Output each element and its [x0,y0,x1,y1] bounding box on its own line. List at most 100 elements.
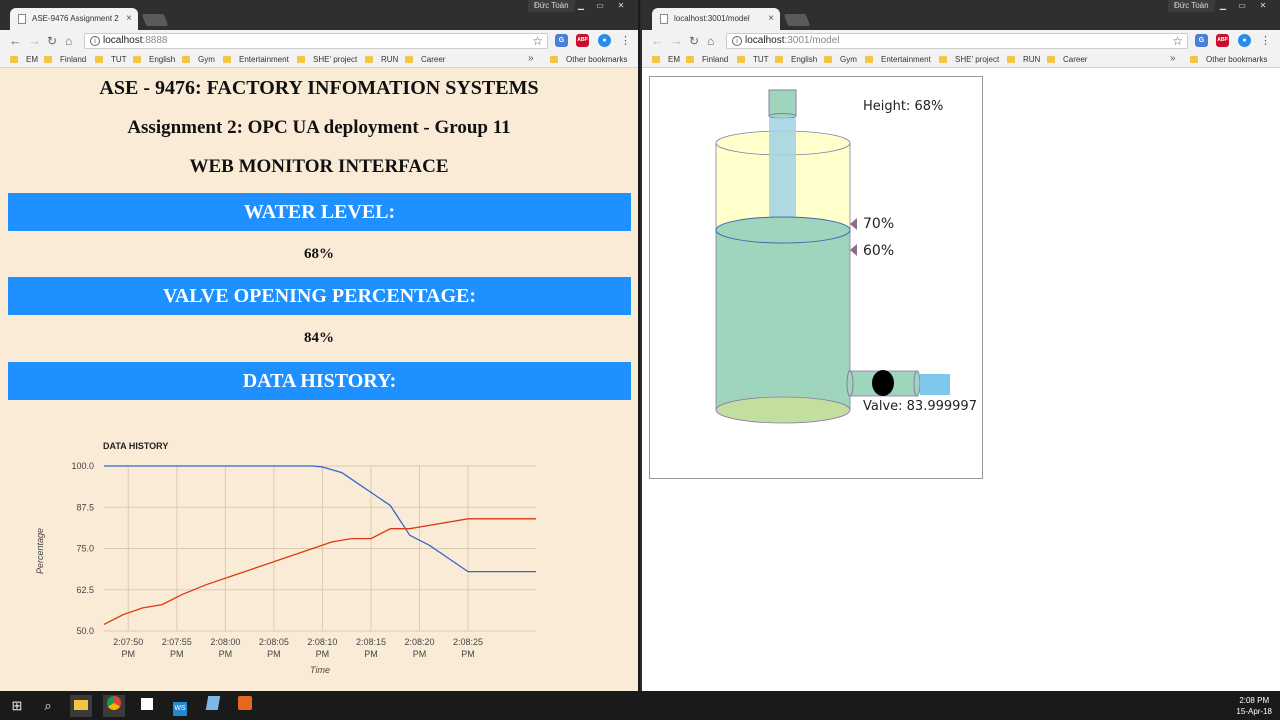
level-70-label: 70% [863,216,894,232]
bookmark-gym[interactable]: Gym [824,55,857,64]
bookmark-run[interactable]: RUN [365,55,398,64]
interface-title: WEB MONITOR INTERFACE [189,156,449,177]
folder-icon [223,56,231,63]
data-history-chart: DATA HISTORY 100.0 87.5 75.0 62.5 50.0 2:07:… [35,441,536,675]
windows-start-icon[interactable]: ⊞ [6,695,28,717]
bookmark-finland[interactable]: Finland [44,55,86,64]
folder-icon [133,56,141,63]
water-surface [715,216,851,244]
minimize-icon[interactable]: ▁ [1214,0,1232,12]
sticky-notes-icon[interactable] [136,695,158,717]
bookmark-gym[interactable]: Gym [182,55,215,64]
close-window-icon[interactable]: ✕ [612,0,630,12]
extension-icon[interactable]: ● [598,34,611,47]
tank-model-drawing: 70% 60% Height: 68% Valve: 83.999997 [715,89,977,424]
new-tab-button[interactable] [783,14,811,26]
reload-icon[interactable]: ↻ [47,34,57,48]
home-icon[interactable]: ⌂ [65,34,72,48]
x-tick-label: 2:08:25 PM [453,637,483,659]
back-icon[interactable]: ← [651,34,664,48]
bookmark-english[interactable]: English [775,55,817,64]
chart-series [103,465,536,625]
close-tab-icon[interactable]: × [768,13,774,24]
left-tab-title: ASE-9476 Assignment 2 [32,14,119,23]
right-browser-window: localhost:3001/model × Đức Toàn ▁ ▭ ✕ ← … [642,0,1280,691]
forward-icon[interactable]: → [28,34,41,48]
search-icon[interactable]: ⌕ [37,695,59,717]
folder-icon [939,56,947,63]
back-icon[interactable]: ← [9,34,22,48]
bookmark-tut[interactable]: TUT [95,55,127,64]
clock-time: 2:08 PM [1239,696,1270,705]
address-bar[interactable]: i localhost:8888 ☆ [84,33,548,49]
bookmark-run[interactable]: RUN [1007,55,1040,64]
folder-icon [405,56,413,63]
user-profile-button[interactable]: Đức Toàn [528,0,575,12]
bookmark-she-project[interactable]: SHE' project [297,55,357,64]
minimize-icon[interactable]: ▁ [572,0,590,12]
new-tab-button[interactable] [141,14,169,26]
bookmark-tut[interactable]: TUT [737,55,769,64]
forward-icon[interactable]: → [670,34,683,48]
left-bookmarks-bar: EM Finland TUT English Gym Entertainment… [0,52,638,68]
chrome-icon[interactable] [103,695,125,717]
left-browser-window: ASE-9476 Assignment 2 × Đức Toàn ▁ ▭ ✕ ←… [0,0,640,691]
y-tick-label: 100.0 [71,461,94,471]
bookmark-she-project[interactable]: SHE' project [939,55,999,64]
windows-taskbar: ⊞ ⌕ WS 2:08 PM 15-Apr-18 [0,691,1280,720]
menu-icon[interactable]: ⋮ [1260,34,1271,48]
menu-icon[interactable]: ⋮ [620,34,631,48]
bookmark-star-icon[interactable]: ☆ [1172,34,1183,48]
url-host: localhost [103,35,143,46]
url-path: :3001/model [784,35,840,46]
close-tab-icon[interactable]: × [126,13,132,24]
maximize-icon[interactable]: ▭ [1233,0,1251,12]
bookmark-em[interactable]: EM [10,55,38,64]
adblock-extension-icon[interactable]: ABP [1216,34,1229,47]
address-bar[interactable]: i localhost:3001/model ☆ [726,33,1188,49]
folder-icon [652,56,660,63]
info-icon[interactable]: i [732,36,742,46]
translate-extension-icon[interactable]: G [1195,34,1208,47]
other-bookmarks[interactable]: Other bookmarks [550,55,627,64]
bookmark-em[interactable]: EM [652,55,680,64]
left-toolbar: ← → ↻ ⌂ i localhost:8888 ☆ G ABP ● ⋮ [0,30,638,52]
left-tab[interactable]: ASE-9476 Assignment 2 × [10,8,138,30]
other-bookmarks[interactable]: Other bookmarks [1190,55,1267,64]
folder-icon [365,56,373,63]
right-tab-title: localhost:3001/model [674,14,750,23]
bookmark-career[interactable]: Career [1047,55,1087,64]
bookmark-entertainment[interactable]: Entertainment [223,55,289,64]
webstorm-icon[interactable]: WS [169,695,191,717]
system-clock[interactable]: 2:08 PM 15-Apr-18 [1236,695,1272,717]
right-titlebar: localhost:3001/model × Đức Toàn ▁ ▭ ✕ [642,0,1280,30]
close-window-icon[interactable]: ✕ [1254,0,1272,12]
more-bookmarks-icon[interactable]: » [528,53,534,64]
inflow-stream [769,118,796,218]
home-icon[interactable]: ⌂ [707,34,714,48]
adblock-extension-icon[interactable]: ABP [576,34,589,47]
notes-app-icon[interactable] [202,695,224,717]
y-axis-ticks: 100.0 87.5 75.0 62.5 50.0 [71,461,94,636]
translate-extension-icon[interactable]: G [555,34,568,47]
level-60-marker-icon [850,244,857,256]
bookmark-finland[interactable]: Finland [686,55,728,64]
data-history-header: DATA HISTORY: [8,362,631,400]
extension-icon[interactable]: ● [1238,34,1251,47]
info-icon[interactable]: i [90,36,100,46]
right-tab[interactable]: localhost:3001/model × [652,8,780,30]
recorder-app-icon[interactable] [234,695,256,717]
valve-indicator [872,370,894,396]
user-profile-button[interactable]: Đức Toàn [1168,0,1215,12]
x-tick-label: 2:07:50 PM [113,637,143,659]
page-icon [660,14,668,24]
bookmark-star-icon[interactable]: ☆ [532,34,543,48]
maximize-icon[interactable]: ▭ [591,0,609,12]
bookmark-career[interactable]: Career [405,55,445,64]
more-bookmarks-icon[interactable]: » [1170,53,1176,64]
reload-icon[interactable]: ↻ [689,34,699,48]
bookmark-english[interactable]: English [133,55,175,64]
bookmark-entertainment[interactable]: Entertainment [865,55,931,64]
file-explorer-icon[interactable] [70,695,92,717]
monitor-page: ASE - 9476: FACTORY INFOMATION SYSTEMS A… [0,68,638,691]
